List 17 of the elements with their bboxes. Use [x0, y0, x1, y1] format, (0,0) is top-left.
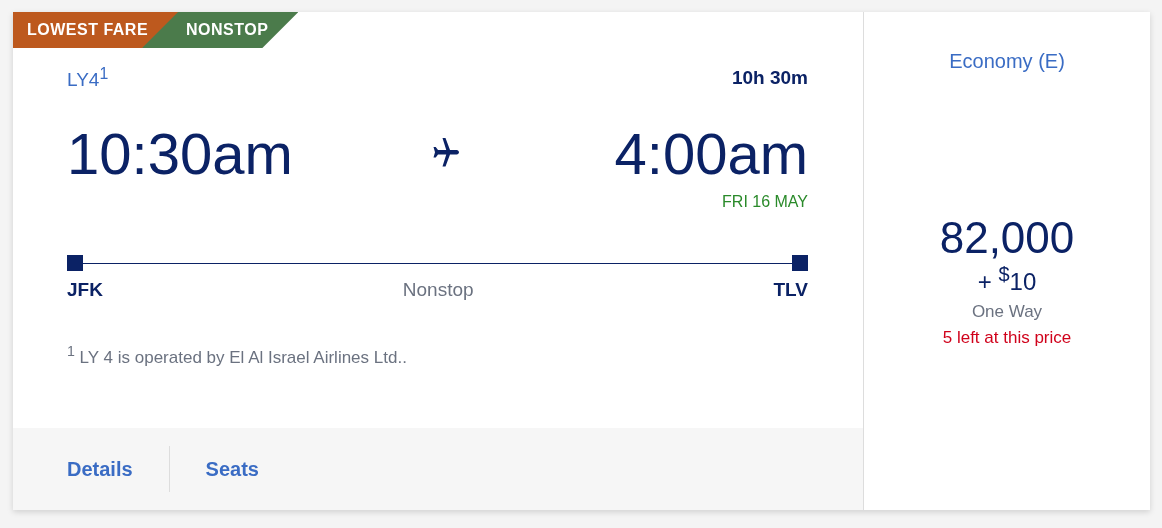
- origin-airport: JFK: [67, 279, 103, 302]
- duration: 10h 30m: [731, 67, 808, 90]
- miles-price: 82,000: [939, 213, 1075, 263]
- details-link[interactable]: Details: [67, 457, 133, 481]
- flight-number[interactable]: LY4$^{1}$: [67, 65, 109, 92]
- destination-airport: TLV: [773, 279, 808, 302]
- departure-time: 10:30am: [67, 119, 293, 187]
- stops-label: Nonstop: [402, 279, 474, 302]
- fee-amount: + $^{$}$10: [977, 263, 1037, 296]
- details-link[interactable]: Seats: [205, 457, 259, 481]
- fare-badge: LOWEST FARE: [13, 12, 179, 48]
- availability-note: 5 left at this price: [942, 328, 1072, 348]
- cabin-link[interactable]: Economy (E): [949, 50, 1065, 73]
- trip-type: One Way: [971, 302, 1043, 322]
- arrival-time: 4:00am: [614, 119, 808, 187]
- arrival-date: FRI 16 MAY: [722, 193, 808, 212]
- footnote: $^{1}$ LY 4 is operated by El Al Israel Airlines Ltd..: [67, 343, 408, 368]
